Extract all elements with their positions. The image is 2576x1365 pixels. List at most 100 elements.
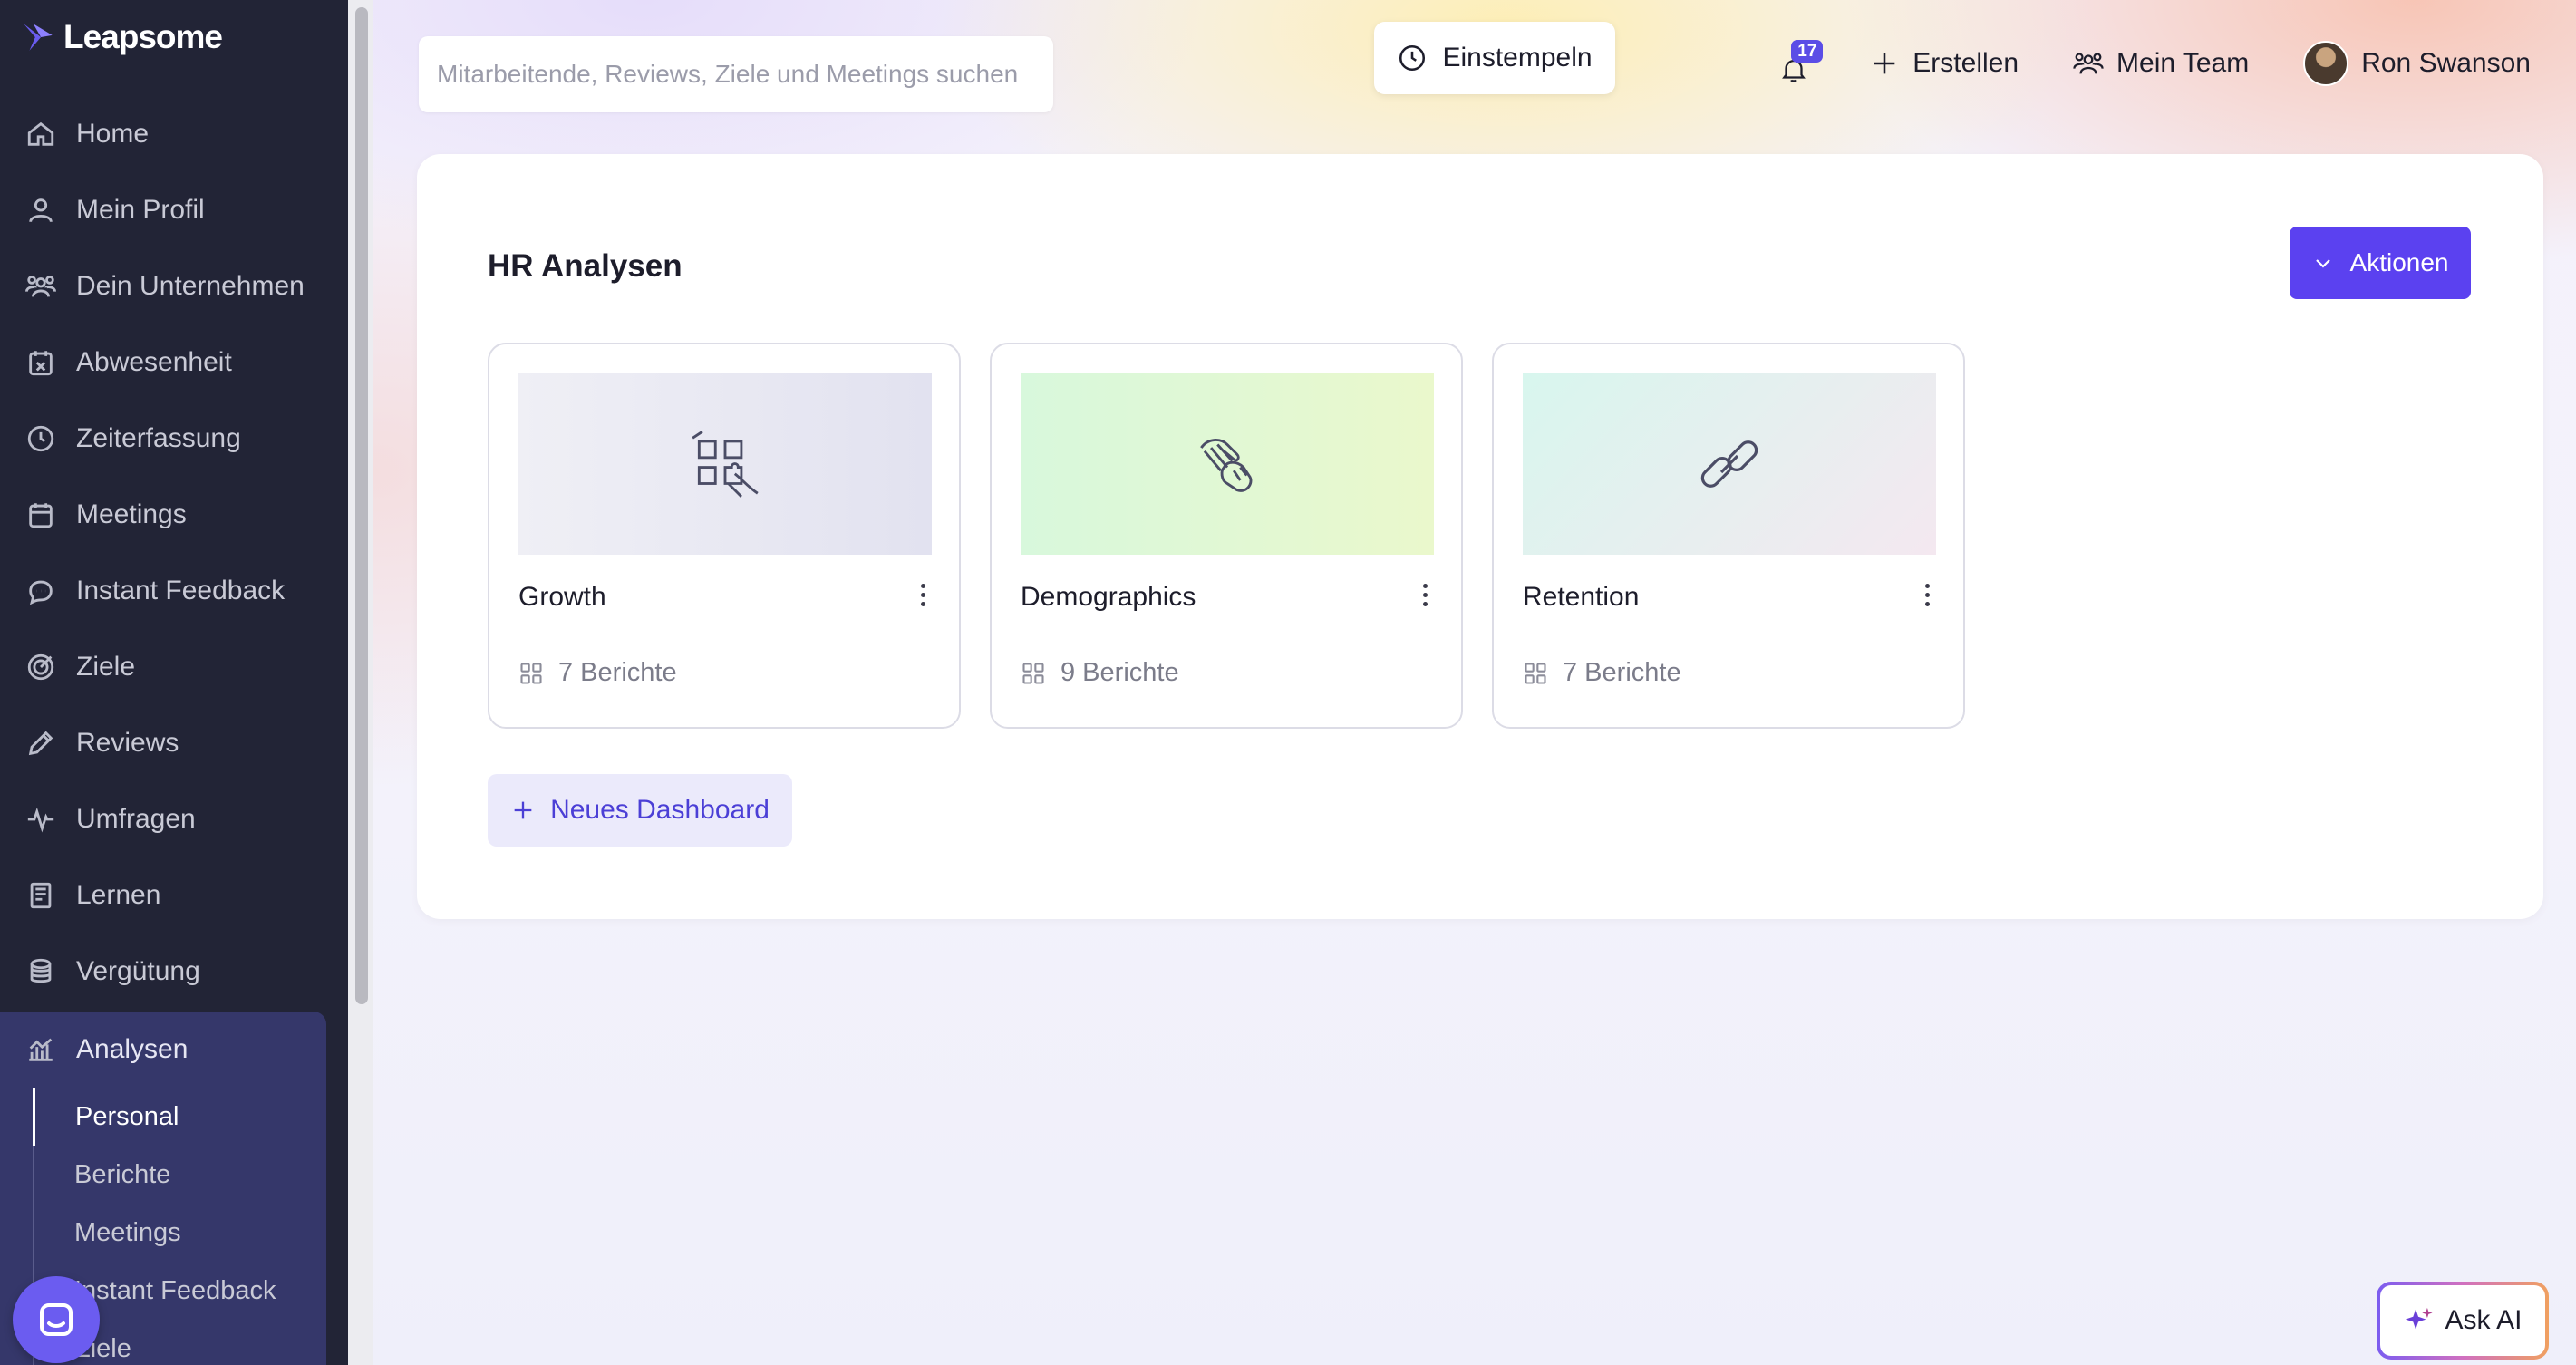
- book-icon: [24, 878, 58, 913]
- dashboard-name: Demographics: [1021, 582, 1196, 612]
- user-icon: [24, 193, 58, 228]
- sidebar-item-label: Vergütung: [76, 956, 200, 986]
- dashboard-name: Retention: [1523, 582, 1640, 612]
- create-button[interactable]: Erstellen: [1869, 48, 2019, 79]
- dashboard-thumbnail: [1021, 373, 1434, 555]
- more-options-button[interactable]: [1416, 576, 1434, 613]
- home-icon: [24, 117, 58, 151]
- search-input[interactable]: [437, 60, 1053, 89]
- dashboard-card-demographics[interactable]: Demographics 9 Berichte: [990, 343, 1463, 729]
- users-icon: [24, 269, 58, 304]
- notification-count-badge: 17: [1791, 40, 1824, 63]
- clock-in-button[interactable]: Einstempeln: [1374, 22, 1615, 94]
- my-team-label: Mein Team: [2116, 48, 2250, 78]
- clock-in-label: Einstempeln: [1442, 43, 1593, 73]
- sidebar-scrollbar[interactable]: [348, 0, 373, 1365]
- chart-icon: [24, 1032, 58, 1067]
- sidebar-item-label: Meetings: [76, 499, 187, 529]
- sidebar-item-label: Dein Unternehmen: [76, 271, 305, 301]
- report-count-label: 7 Berichte: [558, 658, 677, 687]
- report-count: 9 Berichte: [1021, 658, 1179, 688]
- user-menu[interactable]: Ron Swanson: [2303, 41, 2531, 86]
- brand-name: Leapsome: [63, 18, 223, 55]
- puzzle-icon: [692, 430, 759, 498]
- page-title: HR Analysen: [488, 248, 683, 284]
- dashboard-name: Growth: [518, 582, 606, 612]
- subnav-item-berichte[interactable]: Berichte: [33, 1146, 314, 1204]
- sidebar-item-abwesenheit[interactable]: Abwesenheit: [0, 324, 348, 401]
- scrollbar-thumb[interactable]: [355, 7, 368, 1004]
- create-label: Erstellen: [1913, 48, 2019, 78]
- leapsome-logo[interactable]: Leapsome: [20, 18, 223, 56]
- actions-label: Aktionen: [2349, 248, 2449, 276]
- notifications-button[interactable]: 17: [1778, 40, 1824, 82]
- calendar-x-icon: [24, 345, 58, 380]
- sidebar-item-umfragen[interactable]: Umfragen: [0, 781, 348, 857]
- pencil-icon: [24, 726, 58, 760]
- subnav-item-meetings[interactable]: Meetings: [33, 1204, 314, 1262]
- report-count: 7 Berichte: [1523, 658, 1681, 688]
- sidebar-item-verguetung[interactable]: Vergütung: [0, 934, 348, 1010]
- chat-icon: [24, 574, 58, 608]
- hr-analytics-card: HR Analysen Aktionen Growth 7 Berichte D…: [417, 154, 2543, 919]
- sidebar-item-label: Mein Profil: [76, 195, 205, 225]
- sidebar-item-mein-profil[interactable]: Mein Profil: [0, 172, 348, 248]
- sidebar-item-label: Umfragen: [76, 804, 196, 834]
- report-count-label: 9 Berichte: [1060, 658, 1179, 687]
- chat-launcher-icon: [40, 1303, 73, 1336]
- link-icon: [1700, 440, 1758, 488]
- sidebar-item-reviews[interactable]: Reviews: [0, 705, 348, 781]
- sidebar-item-meetings[interactable]: Meetings: [0, 477, 348, 553]
- sidebar-item-analysen[interactable]: Analysen: [0, 1012, 326, 1088]
- chevron-down-icon: [2315, 259, 2330, 268]
- dashboard-card-retention[interactable]: Retention 7 Berichte: [1492, 343, 1965, 729]
- grid-icon: [1525, 662, 1546, 684]
- sidebar-item-label: Lernen: [76, 880, 161, 910]
- plus-icon: [1874, 53, 1895, 74]
- sidebar-item-label: Instant Feedback: [76, 576, 286, 605]
- dashboard-card-growth[interactable]: Growth 7 Berichte: [488, 343, 961, 729]
- sidebar-item-label: Home: [76, 119, 150, 149]
- sidebar-item-instant-feedback[interactable]: Instant Feedback: [0, 553, 348, 629]
- sidebar-item-home[interactable]: Home: [0, 96, 348, 172]
- new-dashboard-button[interactable]: Neues Dashboard: [488, 774, 792, 847]
- coins-icon: [24, 954, 58, 989]
- intercom-chat-button[interactable]: [13, 1276, 100, 1363]
- dashboard-thumbnail: [1523, 373, 1936, 555]
- target-icon: [24, 650, 58, 684]
- user-name: Ron Swanson: [2361, 48, 2531, 78]
- search-box[interactable]: [419, 36, 1053, 112]
- grid-icon: [520, 662, 542, 684]
- more-options-button[interactable]: [914, 576, 932, 613]
- sparkle-icon: [2406, 1307, 2434, 1330]
- sidebar-item-ziele[interactable]: Ziele: [0, 629, 348, 705]
- ask-ai-button[interactable]: Ask AI: [2377, 1282, 2549, 1360]
- sidebar-item-label: Reviews: [76, 728, 179, 758]
- leapsome-bird-icon: [24, 24, 53, 51]
- hands-icon: [1200, 439, 1253, 492]
- sidebar-item-label: Abwesenheit: [76, 347, 232, 377]
- sidebar-item-label: Zeiterfassung: [76, 423, 241, 453]
- topbar-actions: 17 Erstellen Mein Team Ron Swanson: [1778, 27, 2531, 100]
- clock-icon: [1399, 44, 1426, 72]
- new-dashboard-label: Neues Dashboard: [550, 795, 770, 825]
- sidebar: Leapsome Home Mein Profil Dein Unternehm…: [0, 0, 348, 1365]
- sidebar-item-dein-unternehmen[interactable]: Dein Unternehmen: [0, 248, 348, 324]
- actions-button[interactable]: Aktionen: [2290, 227, 2471, 299]
- sidebar-item-label: Ziele: [76, 652, 136, 682]
- plus-icon: [514, 801, 532, 819]
- sidebar-item-label: Analysen: [76, 1034, 189, 1064]
- sidebar-item-lernen[interactable]: Lernen: [0, 857, 348, 934]
- report-count-label: 7 Berichte: [1563, 658, 1681, 687]
- report-count: 7 Berichte: [518, 658, 677, 688]
- my-team-button[interactable]: Mein Team: [2073, 48, 2249, 79]
- avatar: [2303, 41, 2349, 86]
- sidebar-item-zeiterfassung[interactable]: Zeiterfassung: [0, 401, 348, 477]
- more-options-button[interactable]: [1918, 576, 1936, 613]
- dashboard-thumbnail: [518, 373, 932, 555]
- sidebar-nav: Home Mein Profil Dein Unternehmen Abwese…: [0, 96, 348, 1010]
- ask-ai-label: Ask AI: [2445, 1305, 2523, 1335]
- subnav-item-personal[interactable]: Personal: [33, 1088, 314, 1146]
- team-icon: [2073, 53, 2104, 74]
- clock-icon: [24, 421, 58, 456]
